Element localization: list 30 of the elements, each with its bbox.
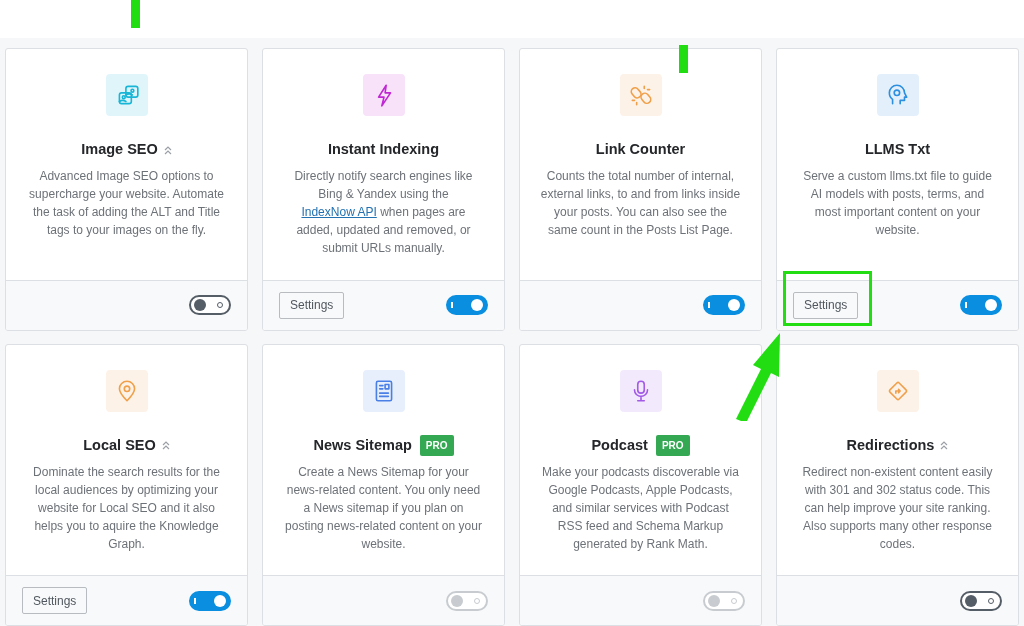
settings-button[interactable]: Settings: [22, 587, 88, 614]
pro-badge: PRO: [655, 435, 690, 456]
settings-button[interactable]: Settings: [279, 291, 345, 319]
module-description: Create a News Sitemap for your news-related content. You only need a News sitemap if you plan on posting news-related content on your website.: [284, 463, 483, 553]
module-description: Dominate the search results for the local audiences by optimizing your website for Local SEO and it also helps you to aquire the Knowledge Graph.: [32, 463, 221, 553]
module-description: Directly notify search engines like Bing & Yandex using the IndexNow API when pages are added, updated and removed, or submit URLs manually.: [293, 168, 474, 257]
toggle-switch[interactable]: [703, 295, 745, 315]
module-description: Redirect non-existent content easily with 301 and 302 status code. This can help improve your site ranking. Also supports many other response codes.: [801, 463, 994, 553]
pro-badge: PRO: [419, 435, 454, 456]
module-title: LLMS Txt: [864, 140, 931, 160]
settings-button[interactable]: Settings: [793, 291, 859, 319]
module-title: News Sitemap: [313, 435, 412, 455]
module-title: Instant Indexing: [327, 140, 440, 160]
module-title: Link Counter: [595, 140, 686, 160]
toggle-switch[interactable]: [960, 590, 1002, 611]
indexnow-link[interactable]: IndexNow API: [301, 205, 377, 219]
module-title: Local SEO: [83, 435, 156, 455]
module-title: Redirections: [846, 435, 935, 455]
module-description: Serve a custom llms.txt file to guide AI models with posts, terms, and most important content on your website.: [802, 168, 993, 239]
marker-bar: [679, 45, 688, 73]
toggle-switch[interactable]: [446, 295, 488, 315]
module-description: Counts the total number of internal, external links, to and from links inside your posts. You can also see the same count in the Posts List Page.: [540, 168, 741, 239]
toggle-switch[interactable]: [189, 295, 231, 315]
marker-bar: [131, 0, 140, 28]
toggle-switch[interactable]: [960, 295, 1002, 315]
module-description: Advanced Image SEO options to supercharge your website. Automate the task of adding the ALT and Title tags to your images on the fly.: [28, 168, 225, 239]
module-title: Podcast: [591, 435, 648, 455]
toggle-switch[interactable]: [189, 590, 231, 611]
module-description: Make your podcasts discoverable via Google Podcasts, Apple Podcasts, and similar services with Podcast RSS feed and Schema Markup generated by Rank Math.: [541, 463, 740, 553]
module-title: Image SEO: [81, 140, 158, 160]
